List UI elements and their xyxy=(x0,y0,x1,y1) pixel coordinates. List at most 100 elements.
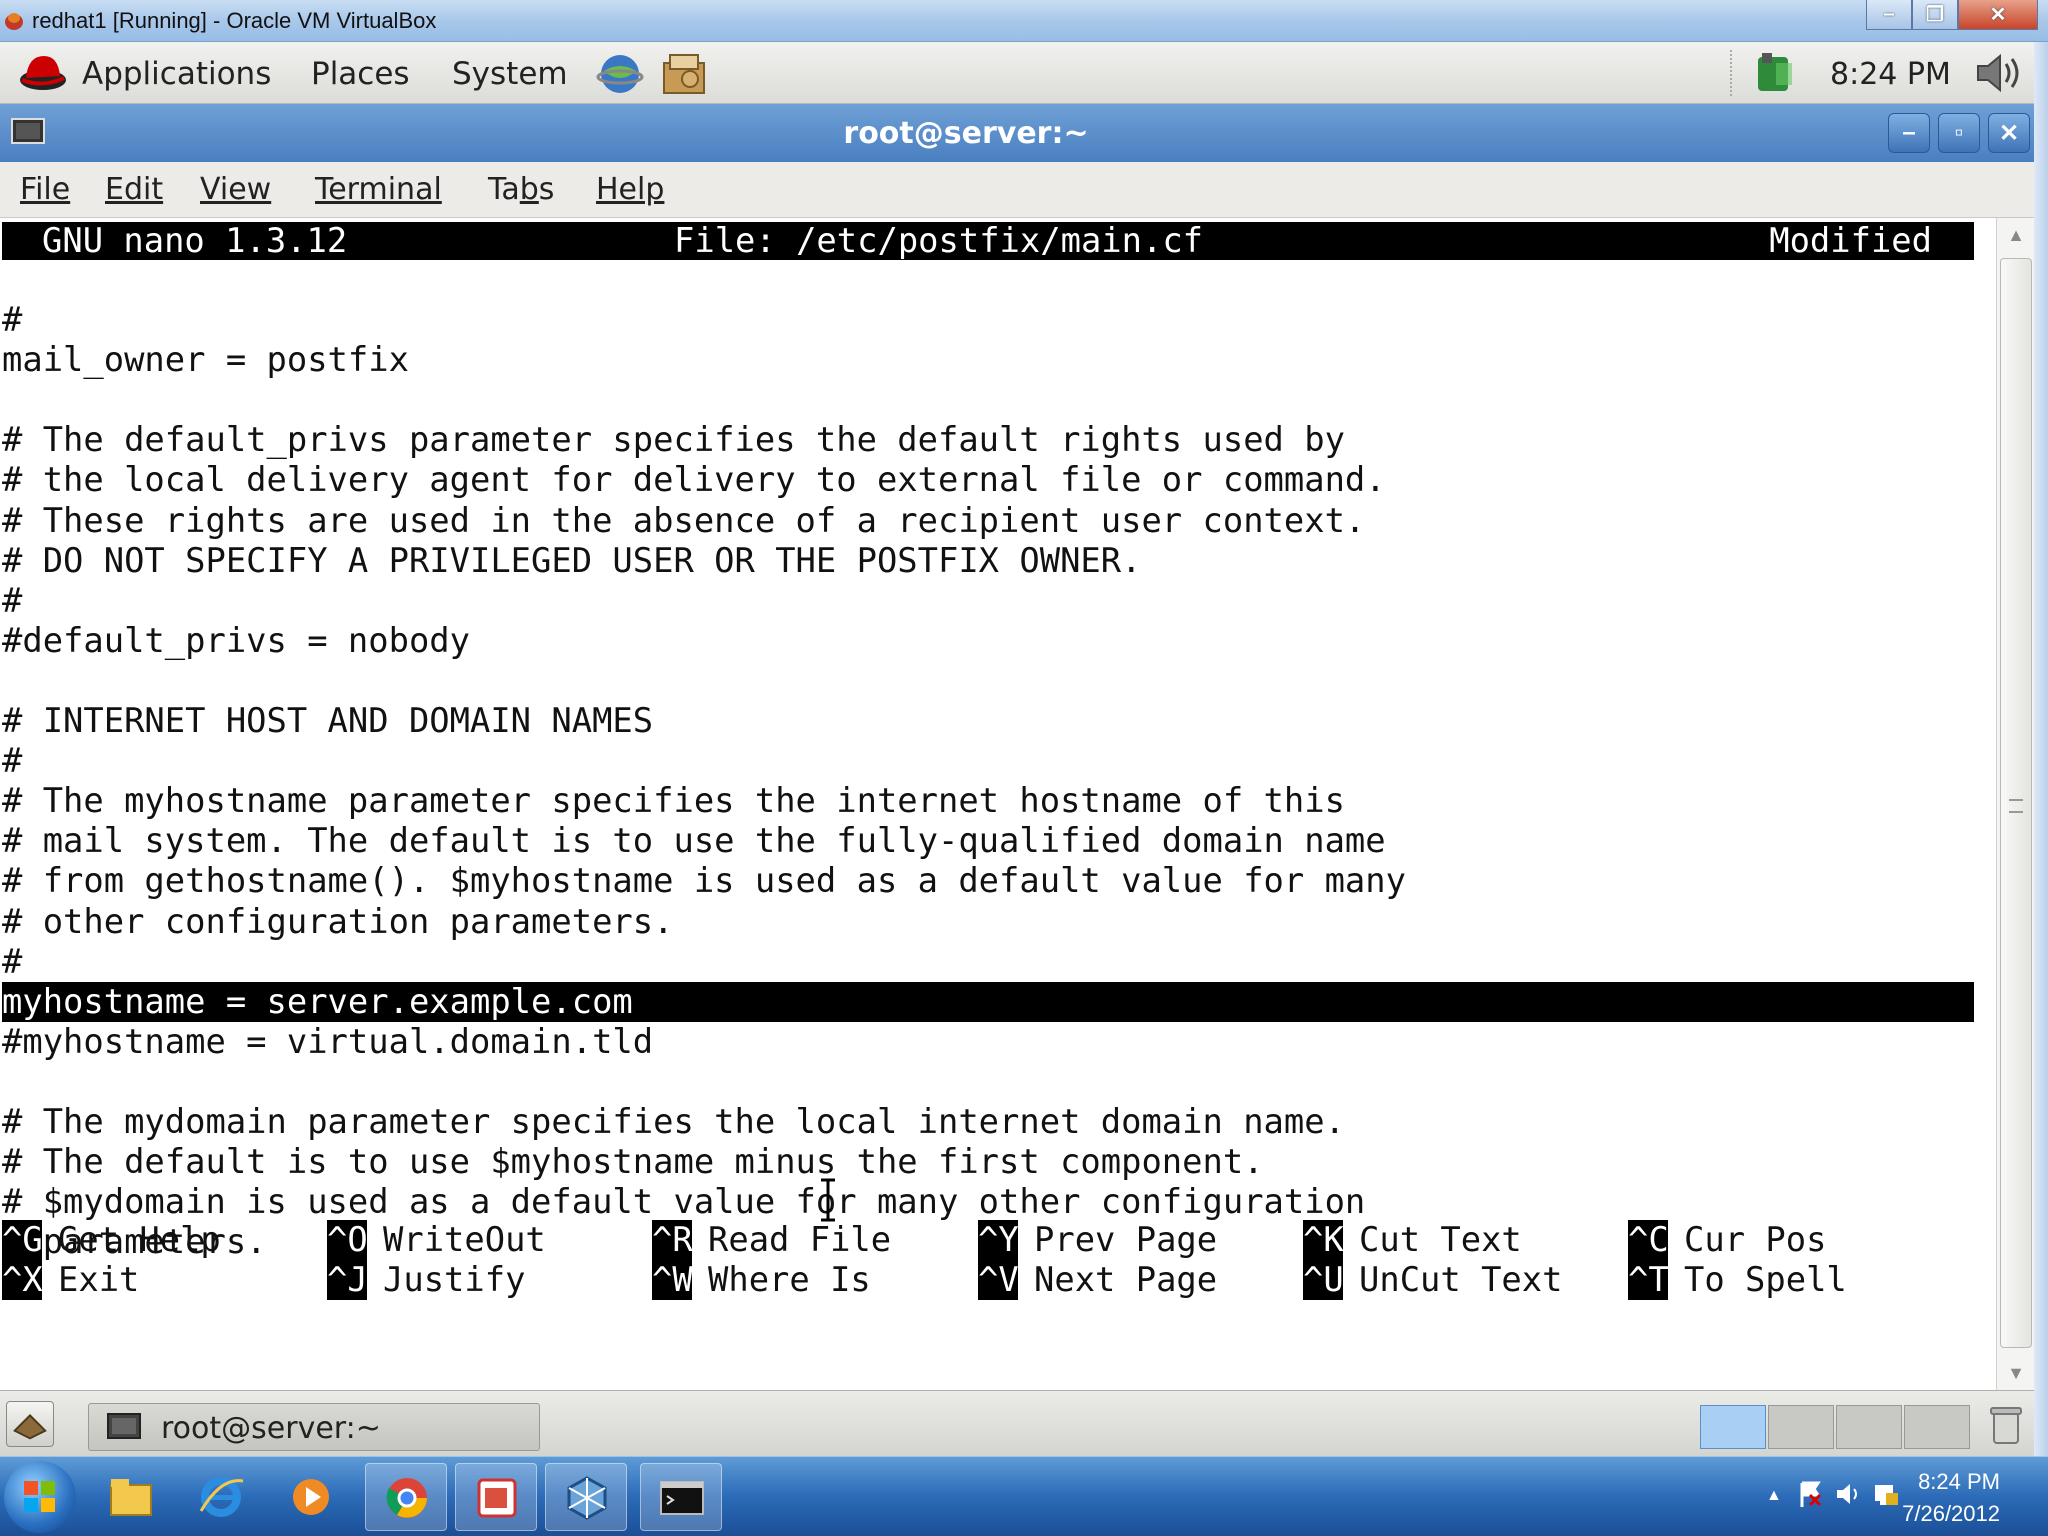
editor-line[interactable]: #myhostname = virtual.domain.tld xyxy=(2,1022,653,1062)
tray-show-hidden-icon[interactable]: ▲ xyxy=(1766,1487,1782,1505)
nano-shortcut-label: Next Page xyxy=(1034,1260,1218,1299)
nano-shortcut[interactable]: ^C Cur Pos xyxy=(1628,1220,1826,1260)
nano-shortcut[interactable]: ^W Where Is xyxy=(652,1260,871,1300)
media-player-icon[interactable] xyxy=(270,1463,352,1531)
vbox-minimize-button[interactable]: – xyxy=(1866,0,1912,30)
nano-shortcut[interactable]: ^X Exit xyxy=(2,1260,139,1300)
terminal-scrollbar[interactable]: ▲ ▼ xyxy=(1996,218,2034,1390)
editor-line[interactable]: # xyxy=(2,300,22,340)
workspace-3[interactable] xyxy=(1836,1405,1902,1449)
windows-start-button[interactable] xyxy=(4,1461,76,1533)
editor-line[interactable]: # These rights are used in the absence o… xyxy=(2,501,1365,541)
speaker-icon[interactable] xyxy=(1834,1479,1862,1509)
workspace-4[interactable] xyxy=(1904,1405,1970,1449)
virtualbox-icon[interactable] xyxy=(545,1463,627,1531)
redhat-logo-icon[interactable] xyxy=(18,50,68,94)
show-desktop-button[interactable] xyxy=(6,1401,54,1447)
workspace-1[interactable] xyxy=(1700,1405,1766,1449)
gnome-bottom-panel: root@server:~ xyxy=(0,1390,2034,1456)
editor-line[interactable]: # xyxy=(2,942,22,982)
menu-tabs[interactable]: Tabs xyxy=(488,172,554,207)
editor-line[interactable]: #default_privs = nobody xyxy=(2,621,470,661)
editor-line[interactable]: # from gethostname(). $myhostname is use… xyxy=(2,861,1406,901)
nano-shortcut-key: ^K xyxy=(1303,1220,1344,1260)
nano-shortcut-label: Cur Pos xyxy=(1684,1220,1827,1259)
editor-line[interactable]: # xyxy=(2,581,22,621)
editor-line[interactable]: # DO NOT SPECIFY A PRIVILEGED USER OR TH… xyxy=(2,541,1141,581)
editor-line[interactable]: # The mydomain parameter specifies the l… xyxy=(2,1102,1345,1142)
nano-shortcut[interactable]: ^R Read File xyxy=(652,1220,891,1260)
taskbar-clock-time[interactable]: 8:24 PM xyxy=(1900,1469,2000,1495)
workspace-2[interactable] xyxy=(1768,1405,1834,1449)
menu-tabs-label: Tabs xyxy=(488,172,555,207)
nano-shortcut-key: ^X xyxy=(2,1260,43,1300)
nano-header-bar: GNU nano 1.3.12 File: /etc/postfix/main.… xyxy=(2,222,1974,260)
terminal-task-icon xyxy=(107,1413,141,1439)
nano-shortcut[interactable]: ^Y Prev Page xyxy=(978,1220,1217,1260)
terminal-minimize-button[interactable]: – xyxy=(1888,113,1930,153)
internet-explorer-icon[interactable] xyxy=(180,1463,262,1531)
nano-shortcut[interactable]: ^J Justify xyxy=(327,1260,525,1300)
terminal-close-button[interactable]: ✕ xyxy=(1988,113,2030,153)
vbox-close-button[interactable]: ✕ xyxy=(1958,0,2038,30)
editor-line[interactable]: mail_owner = postfix xyxy=(2,340,409,380)
editor-line[interactable]: # mail system. The default is to use the… xyxy=(2,821,1386,861)
office-icon[interactable] xyxy=(455,1463,537,1531)
editor-line[interactable]: # The myhostname parameter specifies the… xyxy=(2,781,1345,821)
applications-menu[interactable]: Applications xyxy=(82,56,271,92)
action-center-flag-icon[interactable] xyxy=(1796,1479,1824,1509)
scrollbar-thumb[interactable] xyxy=(2000,258,2032,1348)
editor-line[interactable]: # The default is to use $myhostname minu… xyxy=(2,1142,1264,1182)
editor-line-current[interactable]: myhostname = server.example.com xyxy=(2,981,1974,1022)
panel-clock[interactable]: 8:24 PM xyxy=(1830,57,1951,92)
menu-terminal[interactable]: Terminal xyxy=(315,172,442,207)
nano-filename: File: /etc/postfix/main.cf xyxy=(674,221,1204,260)
menu-view[interactable]: View xyxy=(200,172,271,207)
browser-launcher-icon[interactable] xyxy=(596,51,644,97)
editor-line[interactable]: # xyxy=(2,741,22,781)
cmd-icon[interactable] xyxy=(640,1463,722,1531)
scrollbar-grip-icon xyxy=(2009,799,2023,813)
chrome-icon[interactable] xyxy=(365,1463,447,1531)
system-menu[interactable]: System xyxy=(452,56,568,92)
desktop-background-edge xyxy=(2034,42,2048,1456)
nano-shortcut[interactable]: ^T To Spell xyxy=(1628,1260,1847,1300)
editor-line[interactable]: # The default_privs parameter specifies … xyxy=(2,420,1345,460)
nano-shortcut[interactable]: ^K Cut Text xyxy=(1303,1220,1522,1260)
nano-shortcut-key: ^W xyxy=(652,1260,693,1300)
editor-line[interactable]: # $mydomain is used as a default value f… xyxy=(2,1182,1365,1222)
nano-shortcut[interactable]: ^O WriteOut xyxy=(327,1220,546,1260)
menu-file[interactable]: File xyxy=(20,172,70,207)
taskbar-terminal-button[interactable]: root@server:~ xyxy=(88,1403,540,1451)
editor-line[interactable]: # INTERNET HOST AND DOMAIN NAMES xyxy=(2,701,653,741)
vbox-restore-button[interactable]: ❐ xyxy=(1912,0,1958,30)
file-manager-launcher-icon[interactable] xyxy=(660,51,708,97)
editor-line[interactable]: # the local delivery agent for delivery … xyxy=(2,460,1386,500)
nano-shortcut-key: ^O xyxy=(327,1220,368,1260)
editor-line[interactable]: # other configuration parameters. xyxy=(2,902,673,942)
nano-shortcut[interactable]: ^V Next Page xyxy=(978,1260,1217,1300)
explorer-icon[interactable] xyxy=(90,1463,172,1531)
scroll-down-arrow-icon[interactable]: ▼ xyxy=(2001,1358,2031,1388)
taskbar-clock-date[interactable]: 7/26/2012 xyxy=(1900,1501,2000,1527)
trash-icon[interactable] xyxy=(1986,1403,2026,1447)
nano-modified-status: Modified xyxy=(1769,221,1932,260)
menu-help[interactable]: Help xyxy=(596,172,664,207)
nano-shortcut[interactable]: ^G Get Help xyxy=(2,1220,221,1260)
nano-shortcut-key: ^T xyxy=(1628,1260,1669,1300)
menu-view-label: View xyxy=(200,172,272,207)
network-icon[interactable] xyxy=(1748,49,1800,97)
volume-icon[interactable] xyxy=(1972,50,2028,96)
taskbar-terminal-label: root@server:~ xyxy=(161,1411,381,1446)
nano-shortcut[interactable]: ^U UnCut Text xyxy=(1303,1260,1562,1300)
nano-shortcut-label: Prev Page xyxy=(1034,1220,1218,1259)
nano-shortcut-key: ^Y xyxy=(978,1220,1019,1260)
scroll-up-arrow-icon[interactable]: ▲ xyxy=(2001,220,2031,250)
places-menu[interactable]: Places xyxy=(311,56,410,92)
network-tray-icon[interactable] xyxy=(1872,1479,1900,1509)
nano-shortcut-key: ^U xyxy=(1303,1260,1344,1300)
nano-shortcut-key: ^J xyxy=(327,1260,368,1300)
terminal-screen[interactable]: GNU nano 1.3.12 File: /etc/postfix/main.… xyxy=(0,218,2000,1390)
menu-edit[interactable]: Edit xyxy=(105,172,163,207)
terminal-maximize-button[interactable]: ▫ xyxy=(1938,113,1980,153)
